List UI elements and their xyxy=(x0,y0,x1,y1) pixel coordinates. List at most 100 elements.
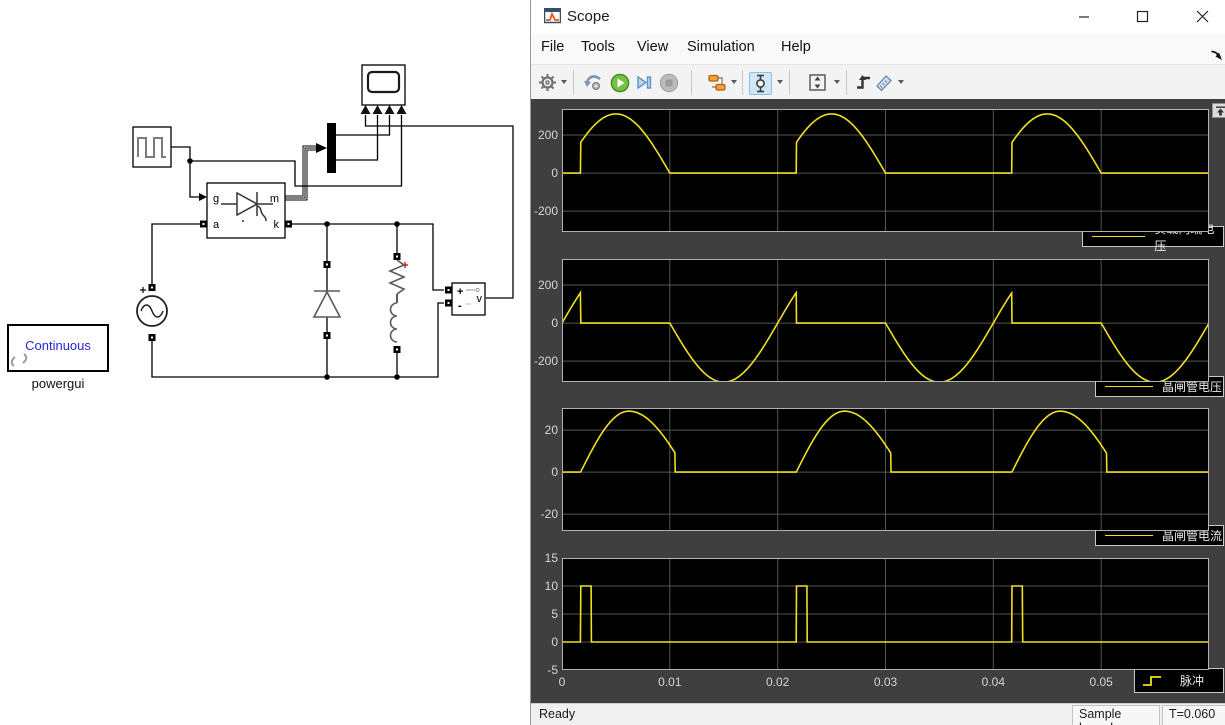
y-tick-label: 10 xyxy=(544,579,558,593)
x-tick-label: 0.03 xyxy=(873,675,898,689)
scope-window: Scope File Tools View Simulation Help 压 … xyxy=(530,0,1225,725)
x-tick-label: 0.01 xyxy=(658,675,682,689)
y-tick-label: -20 xyxy=(540,507,558,522)
toolbar-separator xyxy=(742,70,743,95)
menu-tools[interactable]: Tools xyxy=(581,39,615,55)
titlebar[interactable]: Scope xyxy=(531,0,1225,33)
diode-symbol-icon xyxy=(312,290,342,318)
y-tick-label: 200 xyxy=(537,278,558,293)
vm-plus-label: + xyxy=(457,286,463,298)
fit-to-view-dropdown-arrow[interactable] xyxy=(834,80,840,84)
legend-pulse[interactable]: 脉冲 xyxy=(1134,668,1224,693)
stop-button[interactable] xyxy=(658,72,679,93)
plot-panel-gate-pulse[interactable] xyxy=(562,558,1209,670)
resistor-icon xyxy=(387,259,407,295)
y-tick-label: 0 xyxy=(551,635,558,649)
menu-help[interactable]: Help xyxy=(781,39,811,55)
run-icon xyxy=(610,73,629,92)
x-tick-label: 0 xyxy=(558,675,566,689)
maximize-button[interactable] xyxy=(1120,0,1164,32)
step-back-button[interactable] xyxy=(583,72,604,93)
plot-panel-load-voltage[interactable] xyxy=(562,109,1209,232)
thyristor-measure-label: m xyxy=(270,193,279,205)
y-tick-label: -200 xyxy=(533,204,558,219)
stop-icon xyxy=(659,73,678,92)
menu-simulation[interactable]: Simulation xyxy=(687,39,755,55)
legend-line-swatch xyxy=(1092,236,1146,237)
measurements-button[interactable] xyxy=(873,72,894,93)
x-tick-label: 0.04 xyxy=(981,675,1005,689)
demux-block[interactable] xyxy=(327,123,336,173)
y-tick-label: 15 xyxy=(544,551,558,565)
minimize-button[interactable] xyxy=(1062,0,1106,32)
legend-line-swatch xyxy=(1105,386,1153,387)
vm-output-label: v xyxy=(477,293,483,305)
close-button[interactable] xyxy=(1180,0,1224,32)
signal-selector-button[interactable] xyxy=(706,72,727,93)
settings-button[interactable] xyxy=(537,72,558,93)
gate-wire-arrow xyxy=(199,193,207,201)
x-tick-label: 0.05 xyxy=(1089,675,1113,689)
scope-plot-area: 负载两端电压 晶闸管电压 晶闸管电流 脉冲 2000-2002000-20020… xyxy=(531,99,1225,703)
cursor-measurements-icon xyxy=(875,74,892,91)
scope-screen-icon xyxy=(366,70,401,94)
zoom-tool-button[interactable] xyxy=(749,72,772,95)
scope-input-ports xyxy=(360,105,407,114)
menu-file[interactable]: File xyxy=(541,39,564,55)
settings-gear-icon xyxy=(539,74,556,91)
y-tick-label: 0 xyxy=(551,316,558,331)
close-icon xyxy=(1196,10,1208,22)
scope-block[interactable] xyxy=(360,64,407,114)
signal-selector-dropdown-arrow[interactable] xyxy=(731,80,737,84)
signal-selector-icon xyxy=(707,74,726,91)
menu-view[interactable]: View xyxy=(637,39,668,55)
legend-line-swatch xyxy=(1105,535,1153,536)
step-forward-button[interactable] xyxy=(634,72,655,93)
y-tick-label: 200 xyxy=(537,128,558,143)
settings-dropdown-arrow[interactable] xyxy=(561,80,567,84)
y-tick-label: 0 xyxy=(551,166,558,181)
menubar: File Tools View Simulation Help xyxy=(531,33,1225,64)
inductor-icon xyxy=(389,302,398,343)
zoom-tool-dropdown-arrow[interactable] xyxy=(777,80,783,84)
fit-to-view-button[interactable] xyxy=(807,72,828,93)
step-back-icon xyxy=(583,75,601,91)
y-tick-label: 5 xyxy=(551,607,558,621)
status-ready: Ready xyxy=(539,707,576,721)
powergui-block[interactable]: Continuous powergui xyxy=(7,324,109,391)
status-sim-time: T=0.060 xyxy=(1162,705,1225,725)
thyristor-cathode-label: k xyxy=(274,219,280,231)
thyristor-gate-label: g xyxy=(213,193,219,205)
trigger-button[interactable] xyxy=(853,72,874,93)
run-button[interactable] xyxy=(609,72,630,93)
y-tick-label: -200 xyxy=(533,354,558,369)
statusbar: Ready Sample based T=0.060 xyxy=(531,703,1225,725)
legend-label: 脉冲 xyxy=(1180,674,1205,688)
application-root: g a m k + - v Continuous powergui Scope … xyxy=(0,0,1225,725)
voltage-measurement-block[interactable]: + - v xyxy=(445,282,486,316)
rl-branch-block[interactable] xyxy=(387,253,408,353)
thyristor-block[interactable]: g a m k xyxy=(200,182,292,239)
toolbar xyxy=(531,64,1225,101)
plot-panel-thyristor-current[interactable] xyxy=(562,408,1209,531)
step-legend-glyph xyxy=(1143,675,1161,686)
measurements-dropdown-arrow[interactable] xyxy=(898,80,904,84)
scope-app-icon xyxy=(544,8,561,24)
maximize-axes-button[interactable] xyxy=(1212,103,1225,118)
y-tick-label: 0 xyxy=(551,465,558,480)
x-tick-label: 0.02 xyxy=(765,675,790,689)
powergui-mode-label: Continuous xyxy=(25,338,91,353)
powergui-name-label: powergui xyxy=(32,376,85,391)
ac-voltage-source-block[interactable] xyxy=(136,284,168,341)
plot-panel-thyristor-voltage[interactable] xyxy=(562,259,1209,382)
pulse-generator-block[interactable] xyxy=(132,126,172,168)
maximize-axes-icon xyxy=(1215,106,1225,115)
toolbar-separator xyxy=(573,70,574,95)
zoom-tool-icon xyxy=(756,74,765,93)
dock-arrow-icon[interactable] xyxy=(1210,48,1223,61)
maximize-icon xyxy=(1136,10,1148,22)
simulink-canvas[interactable]: g a m k + - v Continuous powergui xyxy=(0,0,530,725)
toolbar-separator xyxy=(789,70,790,95)
toolbar-separator xyxy=(691,70,692,95)
source-plus-sign xyxy=(140,287,146,293)
